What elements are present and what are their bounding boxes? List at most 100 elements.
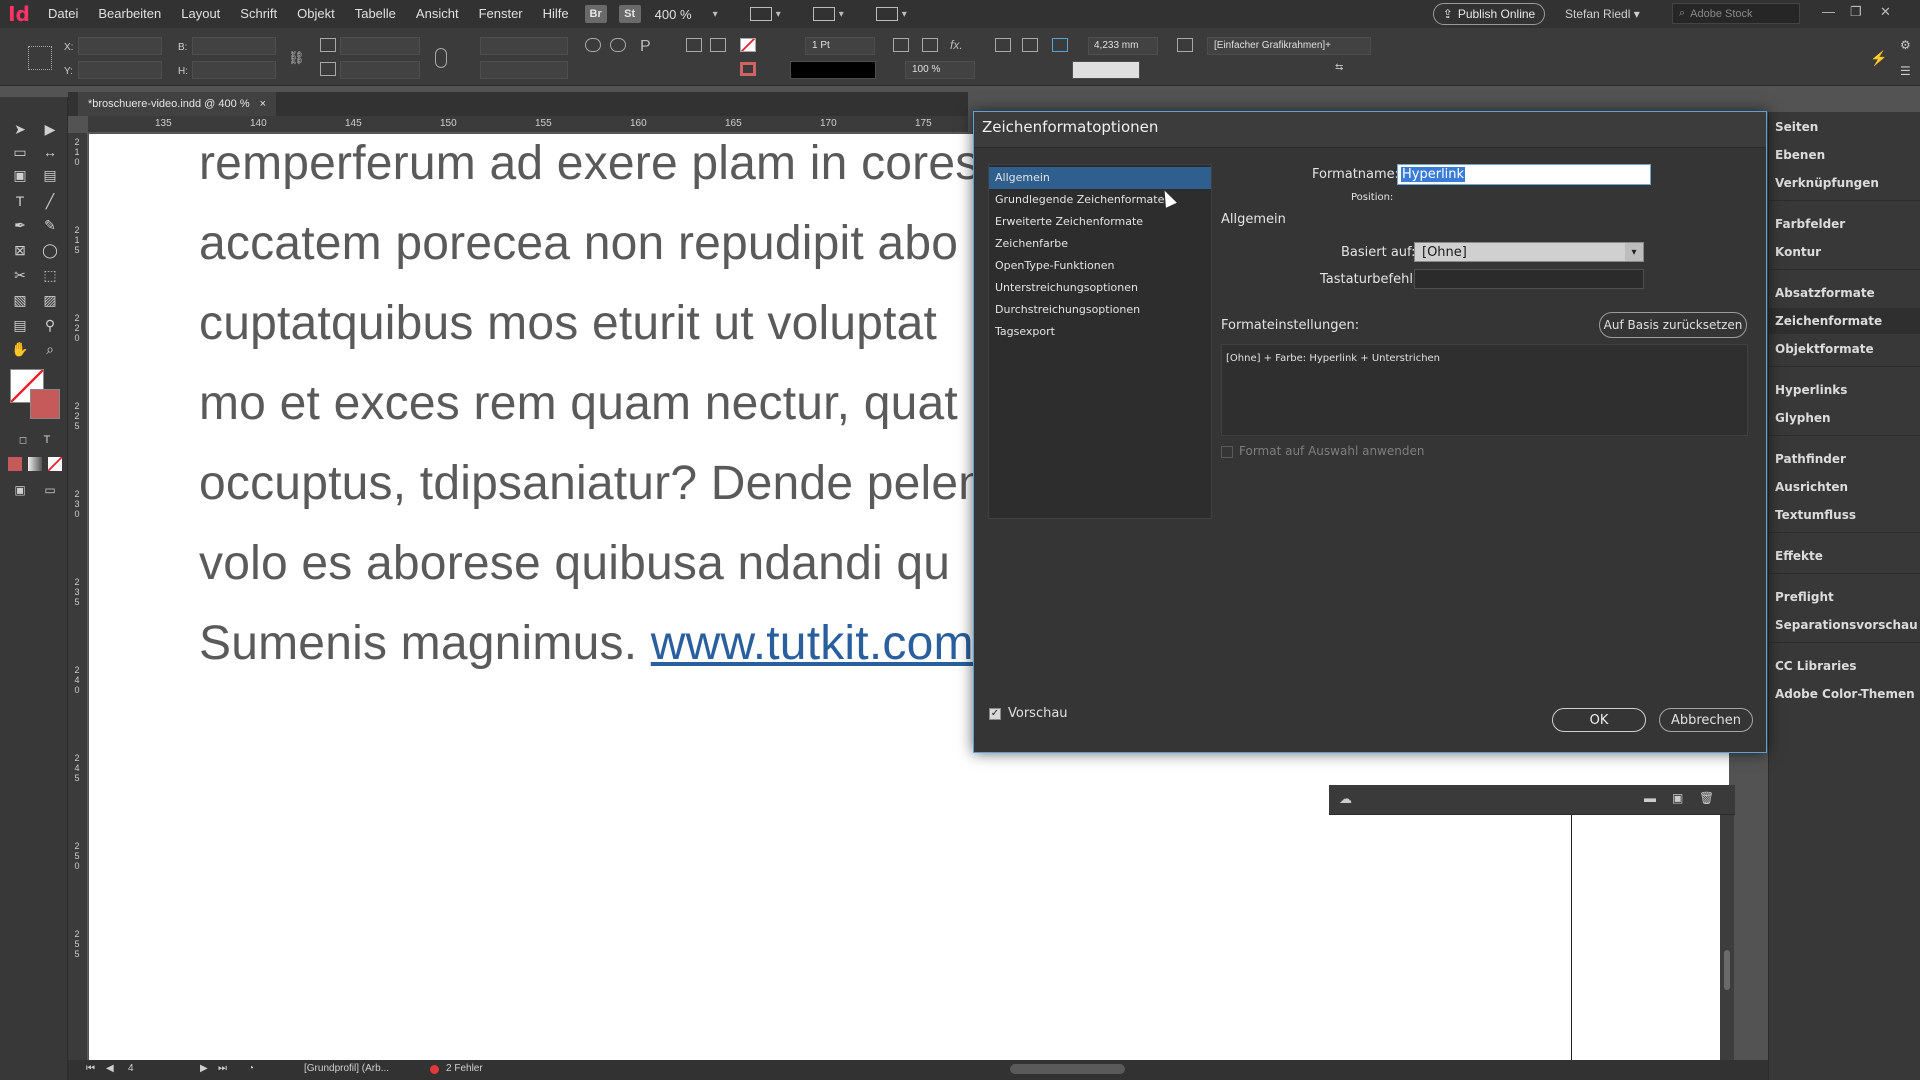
align-left-icon[interactable]	[995, 38, 1011, 52]
menu-hilfe[interactable]: Hilfe	[533, 0, 579, 28]
flip-horizontal-icon[interactable]	[710, 38, 726, 52]
dock-hyperlinks[interactable]: Hyperlinks	[1769, 377, 1920, 403]
category-erweiterte-zeichenformate[interactable]: Erweiterte Zeichenformate	[989, 211, 1211, 233]
shear-input[interactable]	[480, 61, 568, 79]
dock-pathfinder[interactable]: Pathfinder	[1769, 446, 1920, 472]
height-input[interactable]	[192, 61, 276, 79]
view-options-icon[interactable]	[749, 7, 772, 21]
zoom-level[interactable]: 400 %	[655, 7, 713, 22]
formatting-text-icon[interactable]: T	[38, 432, 56, 448]
stroke-swatch[interactable]	[740, 62, 756, 76]
apply-to-selection-checkbox[interactable]	[1221, 446, 1233, 458]
folder-icon[interactable]: ▬	[1644, 791, 1656, 805]
rotate-ccw-icon[interactable]	[610, 38, 626, 52]
category-unterstreichungsoptionen[interactable]: Unterstreichungsoptionen	[989, 277, 1211, 299]
dock-separationsvorschau[interactable]: Separationsvorschau	[1769, 612, 1920, 638]
scale-x-input[interactable]	[340, 37, 420, 55]
pen-tool-icon[interactable]: ✒	[11, 217, 29, 233]
last-page-icon[interactable]: ⏭	[218, 1063, 227, 1074]
type-tool-icon[interactable]: T	[11, 193, 29, 209]
dock-glyphen[interactable]: Glyphen	[1769, 405, 1920, 431]
stroke-color-swatch[interactable]	[30, 389, 60, 419]
constrain-proportions-icon[interactable]: ⛓	[288, 50, 305, 65]
close-icon[interactable]: ×	[260, 98, 266, 110]
dock-farbfelder[interactable]: Farbfelder	[1769, 211, 1920, 237]
apply-color-icon[interactable]	[8, 457, 22, 471]
apply-gradient-icon[interactable]	[28, 457, 42, 471]
center-content-icon[interactable]	[922, 38, 938, 52]
publish-online-button[interactable]: ⇪ Publish Online	[1433, 3, 1545, 25]
color-field[interactable]	[1072, 61, 1140, 79]
ellipse-tool-icon[interactable]: ◯	[41, 242, 59, 258]
selection-tool-icon[interactable]: ➤	[11, 121, 29, 137]
category-grundlegende-zeichenformate[interactable]: Grundlegende Zeichenformate	[989, 189, 1211, 211]
dialog-titlebar[interactable]: Zeichenformatoptionen	[974, 112, 1766, 148]
preflight-errors[interactable]: 2 Fehler	[446, 1063, 483, 1074]
menu-fenster[interactable]: Fenster	[469, 0, 533, 28]
direct-selection-tool-icon[interactable]: ▶	[41, 121, 59, 137]
gap-tool-icon[interactable]: ↔	[41, 144, 59, 160]
dock-kontur[interactable]: Kontur	[1769, 239, 1920, 265]
next-page-icon[interactable]: ▶	[200, 1063, 208, 1074]
scissors-tool-icon[interactable]: ✂	[11, 267, 29, 283]
first-page-icon[interactable]: ⏮	[86, 1063, 95, 1074]
gear-icon[interactable]: ⚙	[1900, 38, 1916, 52]
stroke-type-select[interactable]	[790, 61, 876, 79]
prev-page-icon[interactable]: ◀	[106, 1063, 114, 1074]
dock-verknuepfungen[interactable]: Verknüpfungen	[1769, 170, 1920, 196]
x-input[interactable]	[78, 37, 162, 55]
category-durchstreichungsoptionen[interactable]: Durchstreichungsoptionen	[989, 299, 1211, 321]
dock-objektformate[interactable]: Objektformate	[1769, 336, 1920, 362]
dock-effekte[interactable]: Effekte	[1769, 543, 1920, 569]
page-tool-icon[interactable]: ▭	[11, 144, 29, 160]
bridge-button[interactable]: Br	[584, 5, 607, 23]
menu-datei[interactable]: Datei	[38, 0, 88, 28]
pencil-tool-icon[interactable]: ✎	[41, 217, 59, 233]
width-input[interactable]	[192, 37, 276, 55]
lightning-icon[interactable]: ⚡	[1870, 50, 1887, 66]
rotate-cw-icon[interactable]	[585, 38, 601, 52]
profile-label[interactable]: [Grundprofil] (Arb...	[304, 1063, 389, 1074]
cloud-icon[interactable]: ☁	[1339, 791, 1352, 807]
rotation-input[interactable]	[480, 37, 568, 55]
effects-icon[interactable]: fx.	[950, 38, 966, 52]
user-menu[interactable]: Stefan Riedl ▾	[1565, 0, 1640, 28]
chevron-down-icon[interactable]: ▾	[776, 9, 781, 20]
style-override-icon[interactable]: ⇆	[1335, 62, 1351, 76]
dock-absatzformate[interactable]: Absatzformate	[1769, 280, 1920, 306]
fill-swatch[interactable]	[740, 38, 756, 52]
category-allgemein[interactable]: Allgemein	[989, 167, 1211, 189]
hyperlink-text[interactable]: www.tutkit.com	[651, 617, 974, 670]
maximize-icon[interactable]: ❐	[1850, 4, 1862, 20]
dock-seiten[interactable]: Seiten	[1769, 114, 1920, 140]
stock-button[interactable]: St	[618, 5, 641, 23]
hand-tool-icon[interactable]: ✋	[11, 341, 29, 357]
free-transform-tool-icon[interactable]: ⬚	[41, 267, 59, 283]
formatting-container-icon[interactable]: ◻	[14, 432, 32, 448]
vertical-scroll-thumb[interactable]	[1724, 950, 1730, 990]
gradient-feather-tool-icon[interactable]: ▨	[41, 292, 59, 308]
menu-icon[interactable]: ☰	[1900, 64, 1916, 78]
align-center-icon[interactable]	[1022, 38, 1038, 52]
vertical-scrollbar[interactable]	[1720, 815, 1734, 1060]
frame-fitting-icon[interactable]	[893, 38, 909, 52]
chevron-down-icon[interactable]: ▾	[839, 9, 844, 20]
dock-adobe-color-themen[interactable]: Adobe Color-Themen	[1769, 681, 1920, 707]
category-tagsexport[interactable]: Tagsexport	[989, 321, 1211, 343]
category-opentype-funktionen[interactable]: OpenType-Funktionen	[989, 255, 1211, 277]
cancel-button[interactable]: Abbrechen	[1659, 708, 1753, 732]
shortcut-input[interactable]	[1414, 269, 1644, 289]
menu-bearbeiten[interactable]: Bearbeiten	[88, 0, 171, 28]
apply-none-icon[interactable]	[48, 457, 62, 471]
document-tab[interactable]: *broschuere-video.indd @ 400 % ×	[78, 92, 277, 116]
scale-y-icon[interactable]	[320, 62, 336, 76]
dock-textumfluss[interactable]: Textumfluss	[1769, 502, 1920, 528]
normal-view-icon[interactable]: ▣	[11, 482, 29, 498]
formatname-input[interactable]: Hyperlink	[1397, 164, 1651, 185]
zoom-tool-icon[interactable]: ⌕	[41, 341, 59, 357]
trash-icon[interactable]: 🗑	[1699, 791, 1714, 805]
dock-cc-libraries[interactable]: CC Libraries	[1769, 653, 1920, 679]
content-collector-icon[interactable]: ▣	[11, 167, 29, 183]
content-placer-icon[interactable]: ▤	[41, 167, 59, 183]
menu-ansicht[interactable]: Ansicht	[406, 0, 469, 28]
